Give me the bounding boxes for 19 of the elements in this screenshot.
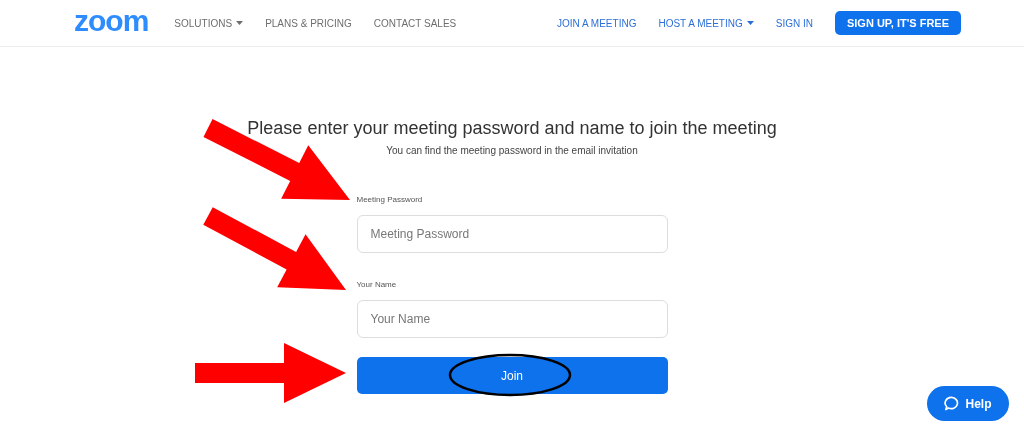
field-label: Meeting Password (356, 194, 423, 206)
field-label: Your Name (356, 279, 397, 291)
nav-link[interactable]: HOST A MEETING (658, 15, 754, 31)
nav-link[interactable]: PLANS & PRICING (265, 15, 352, 31)
zoom-logo[interactable]: zoom (74, 6, 149, 36)
sign-up-button[interactable]: SIGN UP, IT'S FREE (834, 11, 961, 35)
form-title: Please enter your meeting password and name to join the meeting (247, 117, 777, 140)
form-subtitle: You can find the meeting password in the email invitation (386, 144, 638, 158)
nav-link[interactable]: CONTACT SALES (373, 15, 457, 31)
nav-link[interactable]: SOLUTIONS (174, 15, 244, 31)
nav-link[interactable]: SIGN IN (775, 15, 813, 31)
nav-link[interactable]: JOIN A MEETING (556, 15, 637, 31)
caret-icon (746, 21, 754, 25)
help-button[interactable]: Help (927, 386, 1009, 421)
caret-icon (236, 21, 244, 25)
join-button[interactable]: Join (356, 357, 668, 394)
input-field[interactable]: Your Name (356, 300, 668, 338)
chat-bubble-icon (944, 396, 960, 411)
input-field[interactable]: Meeting Password (356, 215, 668, 253)
